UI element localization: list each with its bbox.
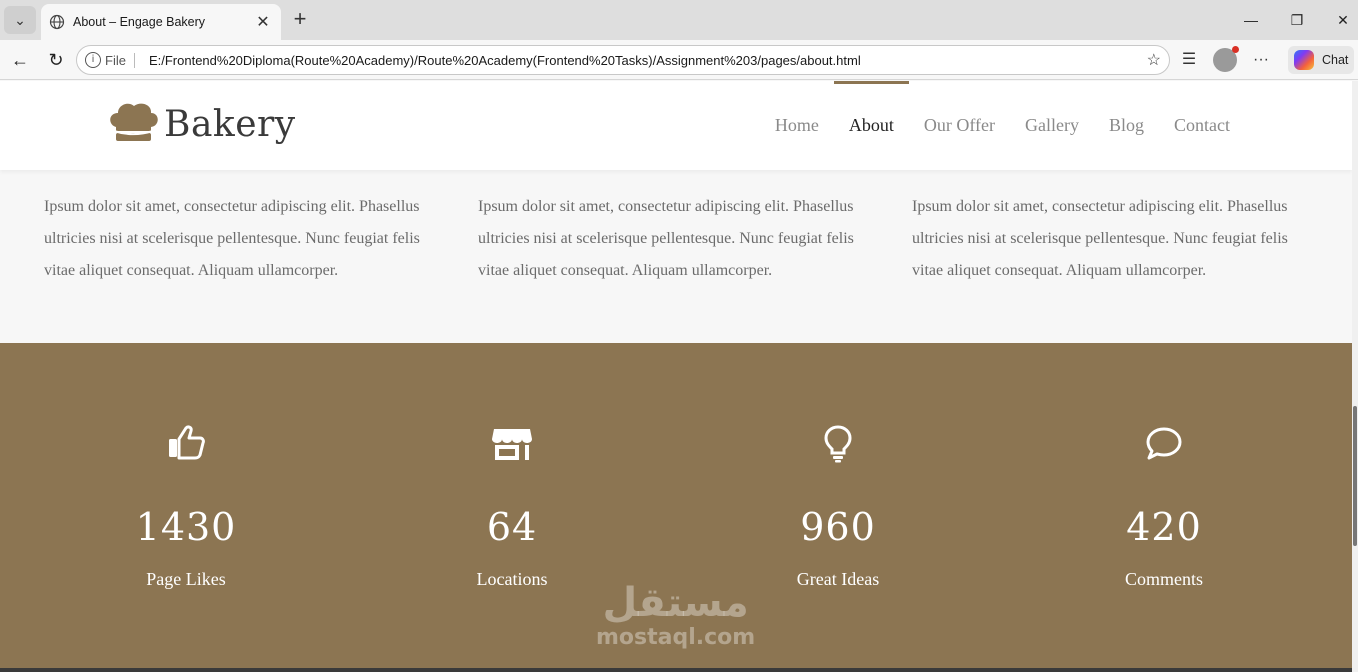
file-label: File — [105, 52, 135, 68]
column-text: Ipsum dolor sit amet, consectetur adipis… — [44, 198, 420, 279]
chat-label: Chat — [1322, 53, 1349, 67]
store-icon — [492, 429, 532, 460]
new-tab-icon[interactable]: + — [288, 8, 312, 32]
footer-edge — [0, 668, 1352, 672]
back-icon[interactable]: ← — [6, 48, 34, 72]
nav-blog[interactable]: Blog — [1109, 81, 1144, 170]
column-text: Ipsum dolor sit amet, consectetur adipis… — [478, 198, 854, 279]
page-scrollbar[interactable] — [1352, 81, 1358, 672]
text-column: Ipsum dolor sit amet, consectetur adipis… — [912, 191, 1302, 287]
brand-name: Bakery — [164, 103, 296, 145]
tab-title: About – Engage Bakery — [73, 15, 206, 29]
globe-icon — [49, 14, 65, 30]
tab-close-icon[interactable]: ✕ — [253, 12, 273, 32]
stat-label: Comments — [1124, 569, 1203, 589]
chef-hat-icon — [110, 103, 158, 141]
tab-list-chevron-icon[interactable]: ⌄ — [4, 6, 36, 34]
reload-icon[interactable]: ↻ — [42, 48, 70, 72]
lightbulb-icon — [824, 425, 852, 463]
nav-our-offer[interactable]: Our Offer — [924, 81, 995, 170]
comment-icon — [1146, 427, 1182, 460]
chat-button[interactable]: Chat — [1288, 46, 1354, 74]
watermark-latin: mostaql.com — [596, 625, 756, 650]
stat-locations: 64 Locations — [362, 343, 662, 590]
text-column: Ipsum dolor sit amet, consectetur adipis… — [44, 191, 434, 287]
stat-comments: 420 Comments — [1014, 343, 1314, 590]
scrollbar-thumb[interactable] — [1353, 406, 1357, 546]
nav-about[interactable]: About — [833, 81, 909, 170]
brand-logo[interactable]: Bakery — [106, 101, 296, 147]
stat-value: 420 — [1126, 505, 1202, 549]
favorite-star-icon[interactable]: ☆ — [1147, 50, 1161, 70]
url-text[interactable]: E:/Frontend%20Diploma(Route%20Academy)/R… — [149, 53, 1147, 68]
favorites-icon[interactable]: ☰ — [1176, 48, 1202, 72]
more-options-icon[interactable]: ··· — [1248, 48, 1274, 72]
nav-gallery[interactable]: Gallery — [1025, 81, 1079, 170]
site-header: Bakery Home About Our Offer Gallery Blog… — [0, 81, 1352, 170]
browser-tab[interactable]: About – Engage Bakery ✕ — [41, 4, 281, 40]
address-bar[interactable]: i File E:/Frontend%20Diploma(Route%20Aca… — [76, 45, 1170, 75]
text-column: Ipsum dolor sit amet, consectetur adipis… — [478, 191, 868, 287]
column-text: Ipsum dolor sit amet, consectetur adipis… — [912, 198, 1288, 279]
close-window-icon[interactable]: ✕ — [1320, 0, 1358, 40]
stat-page-likes: 1430 Page Likes — [36, 343, 336, 590]
profile-avatar[interactable] — [1213, 46, 1239, 72]
stat-label: Page Likes — [146, 569, 226, 589]
thumbs-up-icon — [169, 425, 205, 460]
restore-icon[interactable]: ❐ — [1274, 0, 1320, 40]
text-columns: Ipsum dolor sit amet, consectetur adipis… — [44, 191, 1304, 287]
browser-tab-bar: ⌄ About – Engage Bakery ✕ + — ❐ ✕ — [0, 0, 1358, 40]
nav-contact[interactable]: Contact — [1174, 81, 1230, 170]
watermark: مستقل mostaql.com — [596, 581, 755, 650]
copilot-icon — [1294, 50, 1314, 70]
main-nav: Home About Our Offer Gallery Blog Contac… — [745, 81, 1230, 170]
watermark-arabic: مستقل — [602, 580, 749, 626]
stat-value: 64 — [486, 505, 538, 549]
stat-value: 1430 — [135, 505, 237, 549]
page-viewport: Bakery Home About Our Offer Gallery Blog… — [0, 81, 1352, 672]
stat-great-ideas: 960 Great Ideas — [688, 343, 988, 590]
browser-toolbar: ← ↻ i File E:/Frontend%20Diploma(Route%2… — [0, 40, 1358, 80]
stat-value: 960 — [800, 505, 876, 549]
info-icon[interactable]: i — [85, 52, 101, 68]
minimize-icon[interactable]: — — [1228, 0, 1274, 40]
nav-home[interactable]: Home — [775, 81, 819, 170]
